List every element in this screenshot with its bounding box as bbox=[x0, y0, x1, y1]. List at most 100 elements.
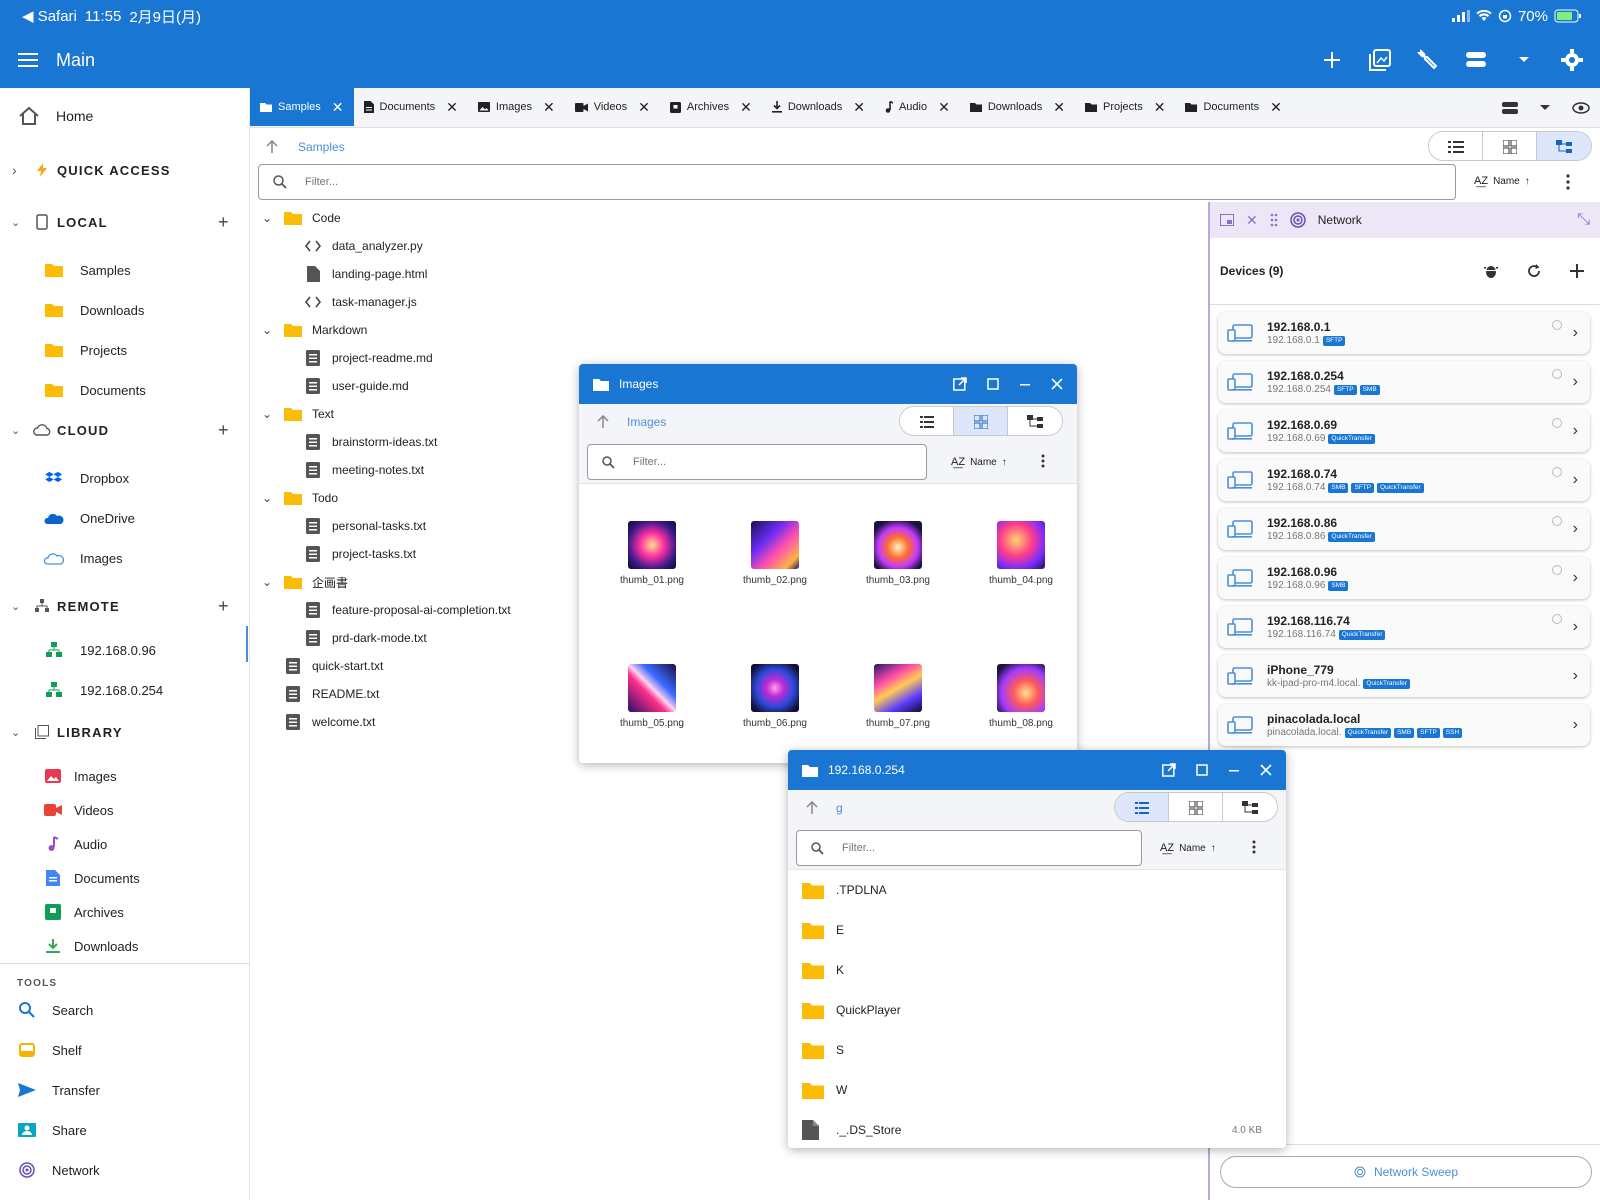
arrow-up-icon[interactable] bbox=[597, 415, 609, 429]
grid-view-button[interactable] bbox=[954, 407, 1008, 435]
tree-file[interactable]: landing-page.html bbox=[304, 260, 427, 288]
tab-projects[interactable]: Projects ✕ bbox=[1075, 88, 1175, 126]
more-vert-icon[interactable] bbox=[1566, 174, 1570, 190]
device-card[interactable]: pinacolada.local pinacolada.local. QuickT… bbox=[1218, 704, 1590, 746]
sidebar-section-library[interactable]: ⌄ LIBRARY bbox=[0, 714, 250, 750]
device-card[interactable]: 192.168.0.69 192.168.0.69 QuickTransfer › bbox=[1218, 410, 1590, 452]
sidebar-item-lib-videos[interactable]: Videos bbox=[0, 792, 250, 828]
image-thumbnail[interactable]: thumb_01.png bbox=[602, 521, 702, 586]
settings-button[interactable] bbox=[1558, 46, 1586, 74]
more-vert-icon[interactable] bbox=[1252, 840, 1256, 854]
sidebar-section-cloud[interactable]: ⌄ CLOUD + bbox=[0, 412, 250, 448]
sidebar-item-tool-search[interactable]: Search bbox=[0, 992, 250, 1028]
image-thumbnail[interactable]: thumb_06.png bbox=[725, 664, 825, 729]
sidebar-item-samples[interactable]: Samples bbox=[0, 252, 250, 288]
window-title-bar[interactable]: 192.168.0.254 bbox=[788, 750, 1286, 790]
open-external-icon[interactable] bbox=[1162, 763, 1176, 777]
close-icon[interactable]: ✕ bbox=[1053, 99, 1065, 116]
maximize-icon[interactable] bbox=[987, 378, 999, 390]
sort-button[interactable]: A͟Z Name ↑ bbox=[1160, 842, 1216, 854]
filter-field[interactable] bbox=[587, 444, 927, 480]
eye-icon[interactable] bbox=[1572, 101, 1590, 114]
back-to-safari[interactable]: ◀ Safari bbox=[22, 7, 77, 25]
close-icon[interactable]: ✕ bbox=[332, 99, 344, 116]
storage-dropdown-button[interactable] bbox=[1510, 46, 1538, 74]
close-icon[interactable]: ✕ bbox=[853, 99, 865, 116]
chevron-right-icon[interactable]: › bbox=[1573, 471, 1578, 489]
caret-down-icon[interactable] bbox=[1540, 104, 1550, 111]
folder-row[interactable]: S bbox=[788, 1030, 1276, 1070]
sidebar-section-local[interactable]: ⌄ LOCAL + bbox=[0, 204, 250, 240]
close-icon[interactable]: ✕ bbox=[446, 99, 458, 116]
add-icon[interactable]: + bbox=[218, 212, 229, 233]
more-vert-icon[interactable] bbox=[1041, 454, 1045, 468]
sidebar-item-lib-documents[interactable]: Documents bbox=[0, 860, 250, 896]
chevron-right-icon[interactable]: › bbox=[1573, 324, 1578, 342]
image-thumbnail[interactable]: thumb_04.png bbox=[971, 521, 1071, 586]
sidebar-item-onedrive[interactable]: OneDrive bbox=[0, 500, 250, 536]
close-icon[interactable]: ✕ bbox=[543, 99, 555, 116]
tab-images[interactable]: Images ✕ bbox=[468, 88, 565, 126]
folder-row[interactable]: E bbox=[788, 910, 1276, 950]
sidebar-item-lib-images[interactable]: Images bbox=[0, 758, 250, 794]
tree-folder[interactable]: ⌄ Todo bbox=[262, 484, 338, 512]
tab-archives[interactable]: Archives ✕ bbox=[660, 88, 762, 126]
picture-in-picture-icon[interactable] bbox=[1220, 214, 1234, 226]
image-thumbnail[interactable]: thumb_07.png bbox=[848, 664, 948, 729]
close-icon[interactable]: ✕ bbox=[1270, 99, 1282, 116]
sidebar-section-remote[interactable]: ⌄ REMOTE + bbox=[0, 588, 250, 624]
breadcrumb[interactable]: g bbox=[836, 801, 843, 815]
breadcrumb[interactable]: Images bbox=[627, 415, 666, 429]
collapse-icon[interactable]: ⤡ bbox=[1577, 211, 1590, 229]
chevron-right-icon[interactable]: › bbox=[1573, 569, 1578, 587]
device-card[interactable]: 192.168.0.254 192.168.0.254 SFTP SMB › bbox=[1218, 361, 1590, 403]
chevron-right-icon[interactable]: › bbox=[1573, 373, 1578, 391]
device-card[interactable]: iPhone_779 kk-ipad-pro-m4.local. QuickTra… bbox=[1218, 655, 1590, 697]
tree-file[interactable]: brainstorm-ideas.txt bbox=[304, 428, 437, 456]
tab-videos[interactable]: Videos ✕ bbox=[565, 88, 660, 126]
storage-icon[interactable] bbox=[1502, 101, 1518, 115]
image-thumbnail[interactable]: thumb_03.png bbox=[848, 521, 948, 586]
tree-folder[interactable]: ⌄ Markdown bbox=[262, 316, 367, 344]
folder-row[interactable]: .TPDLNA bbox=[788, 870, 1276, 910]
device-card[interactable]: 192.168.0.96 192.168.0.96 SMB › bbox=[1218, 557, 1590, 599]
tab-documents[interactable]: Documents ✕ bbox=[1175, 88, 1291, 126]
network-sweep-button[interactable]: Network Sweep bbox=[1220, 1156, 1592, 1188]
sidebar-home[interactable]: Home bbox=[0, 98, 250, 134]
sidebar-item-projects[interactable]: Projects bbox=[0, 332, 250, 368]
sidebar-item-tool-network[interactable]: Network bbox=[0, 1152, 250, 1188]
filter-input[interactable] bbox=[633, 456, 893, 468]
list-view-button[interactable] bbox=[900, 407, 954, 435]
arrow-up-icon[interactable] bbox=[266, 140, 278, 154]
minimize-icon[interactable] bbox=[1228, 764, 1240, 776]
refresh-icon[interactable] bbox=[1526, 263, 1542, 279]
tab-downloads[interactable]: Downloads ✕ bbox=[960, 88, 1075, 126]
sidebar-item-tool-shelf[interactable]: Shelf bbox=[0, 1032, 250, 1068]
filter-input[interactable] bbox=[305, 176, 1251, 188]
image-thumbnail[interactable]: thumb_08.png bbox=[971, 664, 1071, 729]
sort-button[interactable]: A͟Z Name ↑ bbox=[1474, 175, 1530, 187]
add-button[interactable] bbox=[1318, 46, 1346, 74]
close-icon[interactable] bbox=[1260, 764, 1272, 776]
maximize-icon[interactable] bbox=[1196, 764, 1208, 776]
window-title-bar[interactable]: Images bbox=[579, 364, 1077, 404]
list-view-button[interactable] bbox=[1115, 793, 1169, 821]
sidebar-item-dropbox[interactable]: Dropbox bbox=[0, 460, 250, 496]
device-card[interactable]: 192.168.0.1 192.168.0.1 SFTP › bbox=[1218, 312, 1590, 354]
tree-file[interactable]: meeting-notes.txt bbox=[304, 456, 424, 484]
close-icon[interactable]: ✕ bbox=[1246, 212, 1258, 229]
tab-audio[interactable]: Audio ✕ bbox=[875, 88, 960, 126]
sidebar-item-remote-0[interactable]: 192.168.0.96 bbox=[0, 632, 250, 668]
arrow-up-icon[interactable] bbox=[806, 801, 818, 815]
tree-folder[interactable]: ⌄ Text bbox=[262, 400, 334, 428]
close-icon[interactable] bbox=[1051, 378, 1063, 390]
sidebar-item-tool-share[interactable]: Share bbox=[0, 1112, 250, 1148]
chevron-right-icon[interactable]: › bbox=[1573, 520, 1578, 538]
sidebar-item-lib-audio[interactable]: Audio bbox=[0, 826, 250, 862]
drag-handle-icon[interactable] bbox=[1270, 213, 1278, 227]
filter-input[interactable] bbox=[842, 842, 1106, 854]
open-external-icon[interactable] bbox=[953, 377, 967, 391]
tree-view-button[interactable] bbox=[1008, 407, 1062, 435]
tree-file[interactable]: welcome.txt bbox=[284, 708, 375, 736]
chevron-right-icon[interactable]: › bbox=[1573, 422, 1578, 440]
